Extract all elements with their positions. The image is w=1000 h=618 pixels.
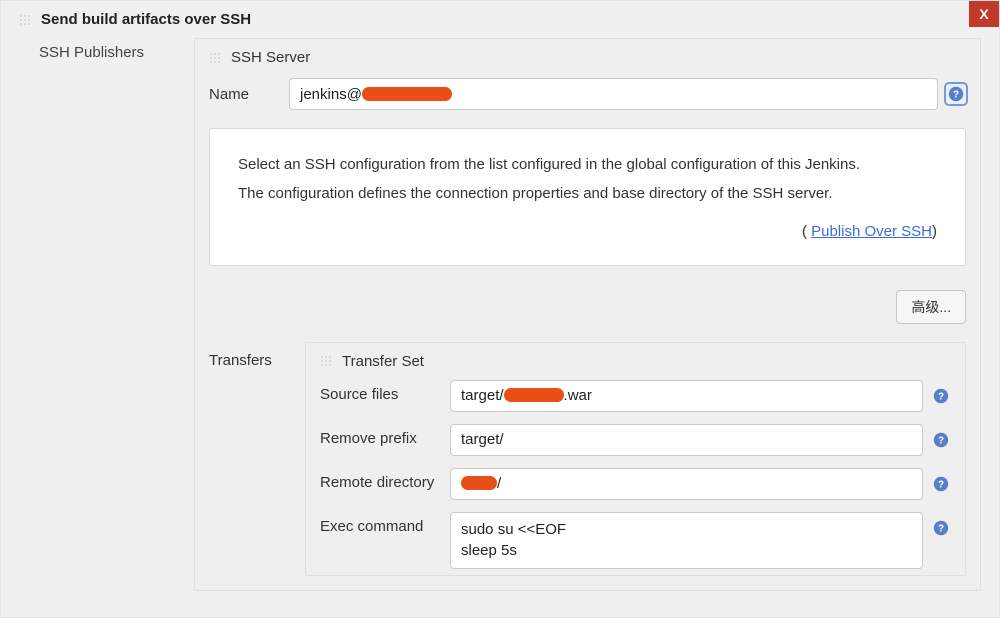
remote-directory-label: Remote directory	[320, 468, 450, 491]
help-icon[interactable]: ?	[931, 430, 951, 450]
svg-text:?: ?	[938, 391, 944, 402]
drag-handle-icon[interactable]	[320, 355, 332, 367]
help-text-line: The configuration defines the connection…	[238, 180, 937, 209]
section-header: Send build artifacts over SSH	[1, 1, 999, 38]
transfers-label: Transfers	[209, 342, 305, 577]
publish-over-ssh-link[interactable]: Publish Over SSH	[811, 223, 932, 240]
ssh-server-heading: SSH Server	[231, 49, 310, 66]
remote-directory-input[interactable]: /	[450, 468, 923, 500]
close-button[interactable]: X	[969, 1, 999, 27]
jenkins-ssh-publish-config: X Send build artifacts over SSH SSH Publ…	[0, 0, 1000, 618]
help-icon[interactable]: ?	[931, 386, 951, 406]
ssh-server-name-select[interactable]: jenkins@	[289, 78, 938, 110]
remove-prefix-label: Remove prefix	[320, 424, 450, 447]
help-icon[interactable]: ?	[931, 474, 951, 494]
help-link-line: ( Publish Over SSH)	[238, 218, 937, 247]
redacted-text	[504, 388, 564, 402]
help-icon[interactable]: ?	[946, 84, 966, 104]
exec-command-textarea[interactable]: sudo su <<EOF sleep 5s	[450, 512, 923, 570]
drag-handle-icon[interactable]	[209, 52, 221, 64]
publishers-label: SSH Publishers	[39, 44, 194, 61]
exec-command-label: Exec command	[320, 512, 450, 535]
svg-text:?: ?	[938, 523, 944, 534]
section-title: Send build artifacts over SSH	[41, 11, 251, 28]
transfer-set-heading: Transfer Set	[342, 353, 424, 370]
svg-text:?: ?	[953, 90, 959, 101]
name-label: Name	[209, 86, 289, 103]
ssh-server-panel: SSH Server Name jenkins@	[194, 38, 981, 591]
advanced-button[interactable]: 高级...	[896, 290, 966, 324]
help-icon[interactable]: ?	[931, 518, 951, 538]
svg-text:?: ?	[938, 479, 944, 490]
drag-handle-icon[interactable]	[19, 14, 31, 26]
svg-text:?: ?	[938, 435, 944, 446]
ssh-server-help-box: Select an SSH configuration from the lis…	[209, 128, 966, 266]
source-files-label: Source files	[320, 380, 450, 403]
redacted-text	[461, 476, 497, 490]
transfer-set-panel: Transfer Set Source files target/.war ?	[305, 342, 966, 577]
source-files-input[interactable]: target/.war	[450, 380, 923, 412]
help-text-line: Select an SSH configuration from the lis…	[238, 151, 937, 180]
remove-prefix-input[interactable]: target/	[450, 424, 923, 456]
redacted-text	[362, 87, 452, 101]
ssh-server-name-value: jenkins@	[300, 86, 452, 103]
